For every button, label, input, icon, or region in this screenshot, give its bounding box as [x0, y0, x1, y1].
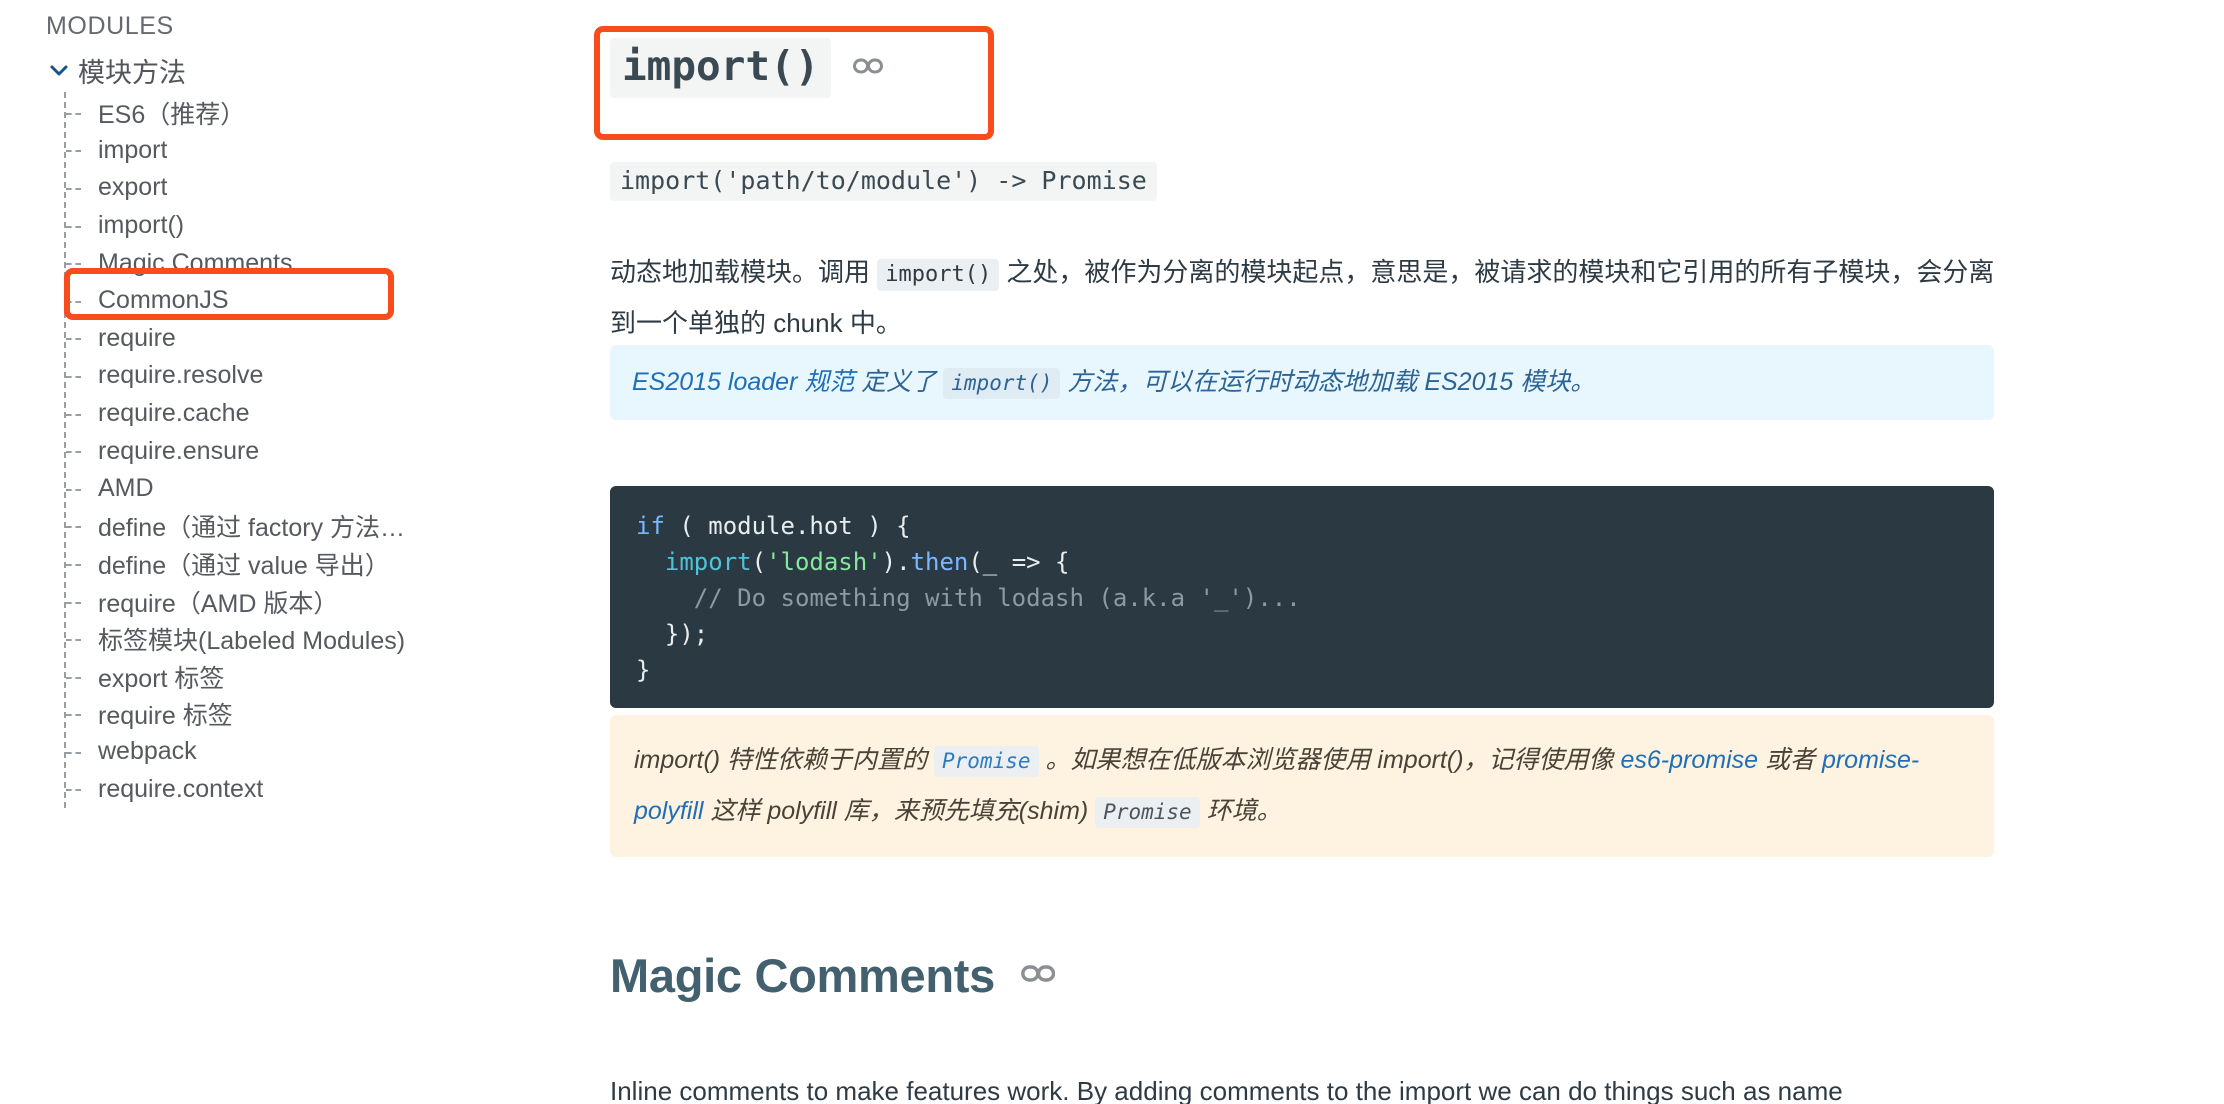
- warning-text-1: import() 特性依赖于内置的: [634, 746, 935, 774]
- page-title: import(): [610, 38, 832, 99]
- sidebar-item[interactable]: require.cache: [64, 395, 586, 433]
- sidebar-item-label: define（通过 value 导出）: [98, 551, 390, 580]
- info-text-2: 方法，可以在运行时动态地加载 ES2015 模块。: [1060, 368, 1596, 396]
- sidebar-item[interactable]: require（AMD 版本）: [64, 583, 586, 621]
- sidebar-item-label: webpack: [98, 737, 197, 766]
- sidebar-item-label: require（AMD 版本）: [98, 589, 339, 618]
- sidebar-item-label: require: [98, 323, 176, 352]
- code-block-example: if ( module.hot ) { import('lodash').the…: [610, 486, 1994, 708]
- sidebar-item-label: export: [98, 173, 168, 202]
- inline-code-import: import(): [877, 259, 1000, 291]
- warning-text-2: 。如果想在低版本浏览器使用 import()，记得使用像: [1038, 746, 1621, 774]
- es2015-loader-spec-link[interactable]: ES2015 loader 规范: [632, 368, 854, 396]
- magic-comments-paragraph: Inline comments to make features work. B…: [610, 1076, 1843, 1104]
- sidebar-item-label: AMD: [98, 474, 154, 503]
- code-token: });: [636, 620, 709, 648]
- documentation-page: MODULES 模块方法 ES6（推荐） import export import()…: [0, 0, 2224, 1104]
- sidebar-item-list: ES6（推荐） import export import() Magic Comment…: [64, 91, 586, 809]
- es6-promise-link[interactable]: es6-promise: [1620, 746, 1758, 774]
- sidebar-item[interactable]: define（通过 value 导出）: [64, 545, 586, 583]
- info-callout-text: ES2015 loader 规范 定义了 import() 方法，可以在运行时动…: [632, 361, 1972, 404]
- code-token: // Do something with lodash (a.k.a '_').…: [693, 584, 1301, 612]
- sidebar-item[interactable]: require.ensure: [64, 432, 586, 470]
- inline-code-promise-env: Promise: [1095, 797, 1200, 828]
- code-token: import: [664, 548, 752, 576]
- sidebar-group-label: 模块方法: [78, 57, 186, 88]
- sidebar-item-label: require 标签: [98, 702, 233, 731]
- inline-code-promise-link[interactable]: Promise: [934, 746, 1039, 777]
- sidebar-item-label: define（通过 factory 方法…: [98, 514, 406, 543]
- sidebar-item-label: export 标签: [98, 664, 225, 693]
- sidebar-item[interactable]: require.context: [64, 771, 586, 809]
- code-token: ).: [881, 548, 911, 576]
- chevron-down-icon[interactable]: [46, 57, 72, 83]
- sidebar-item-label: CommonJS: [98, 286, 229, 315]
- sidebar-navigation: MODULES 模块方法 ES6（推荐） import export import()…: [0, 0, 600, 1104]
- sidebar-item[interactable]: AMD: [64, 470, 586, 508]
- sidebar-item-label: require.context: [98, 774, 264, 803]
- info-callout: ES2015 loader 规范 定义了 import() 方法，可以在运行时动…: [610, 345, 1994, 420]
- info-text-1: 定义了: [854, 368, 944, 396]
- warning-text-4: 这样 polyfill 库，来预先填充(shim): [703, 797, 1096, 825]
- warning-text-5: 环境。: [1199, 797, 1282, 825]
- sidebar-item-label: 标签模块(Labeled Modules): [98, 627, 406, 656]
- code-token: if: [636, 512, 665, 540]
- code-token: 'lodash': [766, 548, 882, 576]
- warning-callout: import() 特性依赖于内置的 Promise 。如果想在低版本浏览器使用 …: [610, 715, 1994, 857]
- intro-paragraph: 动态地加载模块。调用 import() 之处，被作为分离的模块起点，意思是，被请…: [610, 248, 2002, 347]
- page-title-row: import(): [610, 38, 884, 99]
- inline-code-import-info: import(): [943, 368, 1061, 399]
- sidebar-item[interactable]: define（通过 factory 方法…: [64, 508, 586, 546]
- section-heading-magic-comments: Magic Comments: [610, 949, 995, 1002]
- sidebar-item[interactable]: import: [64, 132, 586, 170]
- sidebar-tree: 模块方法 ES6（推荐） import export import() Magic Co…: [46, 46, 586, 809]
- sidebar-item[interactable]: import(): [64, 207, 586, 245]
- sidebar-item[interactable]: 标签模块(Labeled Modules): [64, 620, 586, 658]
- code-token: (: [751, 548, 767, 576]
- code-token: ( module.hot ) {: [664, 512, 911, 540]
- sidebar-item[interactable]: require: [64, 320, 586, 358]
- sidebar-group-modules-methods[interactable]: 模块方法: [46, 46, 586, 94]
- sidebar-item[interactable]: require 标签: [64, 696, 586, 734]
- sidebar-item-label: import: [98, 135, 168, 164]
- sidebar-item-label: import(): [98, 211, 185, 240]
- section-heading-row: Magic Comments: [610, 949, 1056, 1002]
- sidebar-item[interactable]: Magic Comments: [64, 244, 586, 282]
- sidebar-item[interactable]: export: [64, 169, 586, 207]
- main-content: import() import('path/to/module') -> Pro…: [610, 0, 2224, 1104]
- link-anchor-icon[interactable]: [1021, 962, 1056, 989]
- sidebar-item-label: ES6（推荐）: [98, 100, 246, 129]
- code-token: then: [910, 548, 969, 576]
- sidebar-item[interactable]: require.resolve: [64, 357, 586, 395]
- sidebar-item[interactable]: CommonJS: [64, 282, 586, 320]
- sidebar-section-title: MODULES: [46, 12, 174, 40]
- warning-callout-text: import() 特性依赖于内置的 Promise 。如果想在低版本浏览器使用 …: [634, 735, 1970, 837]
- sidebar-item-label: Magic Comments: [98, 248, 293, 277]
- sidebar-item[interactable]: ES6（推荐）: [64, 94, 586, 132]
- sidebar-item[interactable]: export 标签: [64, 658, 586, 696]
- code-token: }: [636, 656, 651, 684]
- code-token: (_ => {: [968, 548, 1070, 576]
- sidebar-item-label: require.cache: [98, 399, 250, 428]
- sidebar-item[interactable]: webpack: [64, 733, 586, 771]
- sidebar-item-label: require.ensure: [98, 436, 260, 465]
- sidebar-item-label: require.resolve: [98, 361, 264, 390]
- function-signature: import('path/to/module') -> Promise: [610, 162, 1157, 201]
- link-anchor-icon[interactable]: [853, 56, 884, 81]
- warning-text-3: 或者: [1758, 746, 1822, 774]
- paragraph-text-1: 动态地加载模块。调用: [610, 257, 878, 287]
